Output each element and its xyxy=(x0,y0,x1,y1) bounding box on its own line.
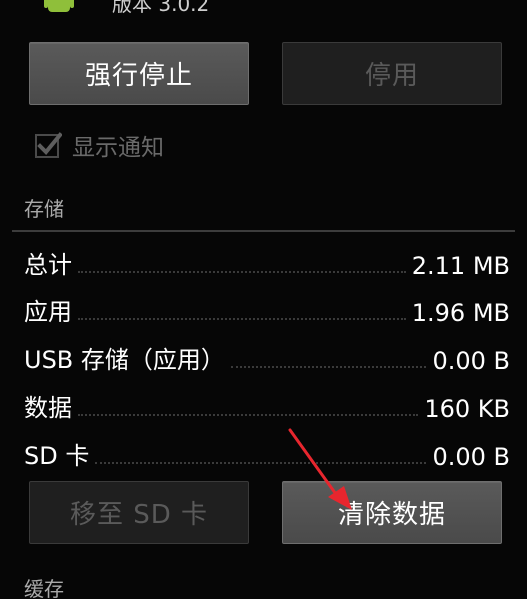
dotted-leader xyxy=(230,365,427,368)
storage-row-value: 160 KB xyxy=(424,395,510,423)
dotted-leader xyxy=(78,317,406,320)
storage-row-value: 0.00 B xyxy=(432,347,510,375)
storage-section-title: 存储 xyxy=(24,197,64,221)
app-version: 版本 3.0.2 xyxy=(112,0,210,16)
android-app-icon xyxy=(44,0,74,12)
storage-row-usb: USB 存储（应用） 0.00 B xyxy=(24,335,510,375)
dotted-leader xyxy=(78,270,406,273)
storage-row-label: 应用 xyxy=(24,298,72,326)
storage-row-label: 总计 xyxy=(24,251,72,279)
storage-row-label: USB 存储（应用） xyxy=(24,346,225,374)
storage-row-sd-card: SD 卡 0.00 B xyxy=(24,431,510,471)
storage-row-label: 数据 xyxy=(24,394,72,422)
storage-row-value: 1.96 MB xyxy=(411,299,510,327)
force-stop-button[interactable]: 强行停止 xyxy=(29,42,249,105)
show-notifications-row[interactable]: 显示通知 xyxy=(34,125,164,165)
clear-data-button[interactable]: 清除数据 xyxy=(282,481,502,544)
app-info-screen: 版本 3.0.2 强行停止 停用 显示通知 存储 总计 2.11 MB 应用 1… xyxy=(0,0,527,599)
storage-divider xyxy=(12,230,515,232)
dotted-leader xyxy=(95,461,427,464)
storage-row-label: SD 卡 xyxy=(24,442,90,470)
storage-row-value: 2.11 MB xyxy=(411,252,510,280)
disable-button[interactable]: 停用 xyxy=(282,42,502,105)
dotted-leader xyxy=(78,413,419,416)
move-to-sd-card-button[interactable]: 移至 SD 卡 xyxy=(29,481,249,544)
storage-row-data: 数据 160 KB xyxy=(24,383,510,423)
storage-row-app: 应用 1.96 MB xyxy=(24,287,510,327)
checkbox-checked-icon[interactable] xyxy=(34,131,62,159)
storage-row-total: 总计 2.11 MB xyxy=(24,240,510,280)
show-notifications-label: 显示通知 xyxy=(72,135,164,161)
cache-section-title: 缓存 xyxy=(24,577,64,599)
storage-row-value: 0.00 B xyxy=(432,443,510,471)
